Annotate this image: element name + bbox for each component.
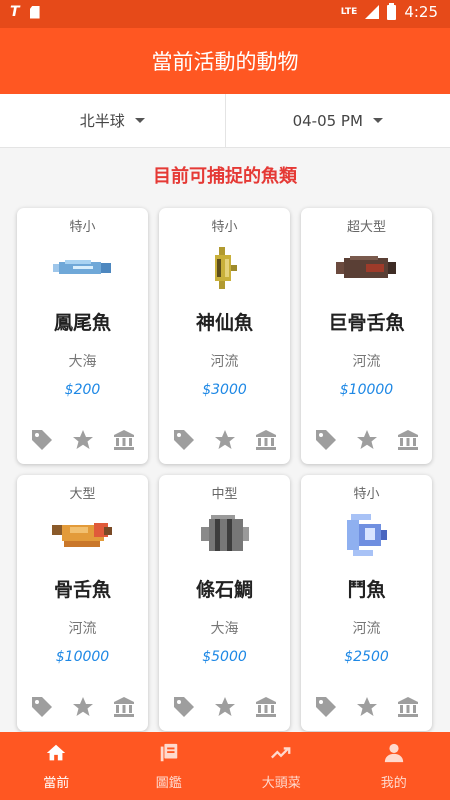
barred-knifejaw-icon xyxy=(190,509,260,561)
fish-location: 河流 xyxy=(352,354,381,370)
fish-name: 鳳尾魚 xyxy=(53,312,111,334)
fish-name: 巨骨舌魚 xyxy=(328,312,405,334)
arowana-icon xyxy=(48,509,118,561)
bottom-navigation: 當前 圖鑑 大頭菜 我的 xyxy=(0,732,450,800)
page-title: 當前活動的動物 xyxy=(151,50,299,74)
arapaima-icon xyxy=(332,242,402,294)
signal-icon xyxy=(365,5,380,19)
fish-price: $5000 xyxy=(202,649,247,665)
fish-size: 特小 xyxy=(69,220,96,235)
museum-icon[interactable] xyxy=(110,693,138,721)
nav-label: 圖鑑 xyxy=(155,775,182,791)
nav-turnips[interactable]: 大頭菜 xyxy=(225,732,338,800)
fish-card[interactable]: 中型 條石鯛 大海 $5000 xyxy=(159,475,290,731)
section-title: 目前可捕捉的魚類 xyxy=(153,166,297,187)
dropdown-arrow-icon xyxy=(134,118,145,123)
fish-card[interactable]: 超大型 巨骨舌魚 河流 $10000 xyxy=(301,208,432,464)
network-type: LTE xyxy=(340,7,358,17)
museum-icon[interactable] xyxy=(394,426,422,454)
tag-icon[interactable] xyxy=(312,426,340,454)
tag-icon[interactable] xyxy=(28,426,56,454)
app-logo-icon: T xyxy=(10,4,20,20)
fish-grid: 特小 鳳尾魚 大海 $200 特小 神仙魚 河流 $3000 超大型 巨骨舌魚 … xyxy=(17,208,433,731)
fish-card[interactable]: 特小 鬥魚 河流 $2500 xyxy=(301,475,432,731)
sim-card-icon xyxy=(29,5,40,19)
hemisphere-value: 北半球 xyxy=(79,112,125,130)
museum-icon[interactable] xyxy=(252,693,280,721)
star-icon[interactable] xyxy=(211,426,239,454)
person-icon xyxy=(383,742,405,768)
fish-location: 大海 xyxy=(210,621,239,637)
book-icon xyxy=(158,742,180,768)
nav-label: 大頭菜 xyxy=(261,775,301,791)
nav-label: 當前 xyxy=(43,775,70,791)
nav-current[interactable]: 當前 xyxy=(0,732,113,800)
clock: 4:25 xyxy=(404,3,438,21)
filter-bar: 北半球 04-05 PM xyxy=(0,94,450,148)
star-icon[interactable] xyxy=(353,693,381,721)
fish-name: 神仙魚 xyxy=(195,312,253,334)
nav-profile[interactable]: 我的 xyxy=(338,732,450,800)
fish-price: $10000 xyxy=(339,382,394,398)
star-icon[interactable] xyxy=(211,693,239,721)
star-icon[interactable] xyxy=(353,426,381,454)
fish-card[interactable]: 特小 神仙魚 河流 $3000 xyxy=(159,208,290,464)
angelfish-icon xyxy=(190,242,260,294)
fish-card[interactable]: 特小 鳳尾魚 大海 $200 xyxy=(17,208,148,464)
dropdown-arrow-icon xyxy=(372,118,383,123)
fish-size: 特小 xyxy=(353,487,380,502)
fish-price: $10000 xyxy=(55,649,110,665)
battery-icon xyxy=(387,2,397,20)
fish-location: 河流 xyxy=(210,354,239,370)
fish-size: 中型 xyxy=(211,487,238,502)
star-icon[interactable] xyxy=(69,426,97,454)
fish-card[interactable]: 大型 骨舌魚 河流 $10000 xyxy=(17,475,148,731)
tag-icon[interactable] xyxy=(170,426,198,454)
tag-icon[interactable] xyxy=(170,693,198,721)
hemisphere-dropdown[interactable]: 北半球 xyxy=(0,94,225,147)
tag-icon[interactable] xyxy=(28,693,56,721)
anchovy-icon xyxy=(48,242,118,294)
time-dropdown[interactable]: 04-05 PM xyxy=(224,94,450,147)
fish-size: 大型 xyxy=(69,487,96,502)
fish-size: 超大型 xyxy=(346,220,386,235)
fish-name: 條石鯛 xyxy=(195,579,253,601)
home-icon xyxy=(45,742,67,768)
star-icon[interactable] xyxy=(69,693,97,721)
trend-icon xyxy=(269,742,293,768)
fish-size: 特小 xyxy=(211,220,238,235)
tag-icon[interactable] xyxy=(312,693,340,721)
time-value: 04-05 PM xyxy=(292,111,363,130)
status-bar: T LTE 4:25 xyxy=(0,0,450,28)
fish-location: 大海 xyxy=(68,354,97,370)
fish-location: 河流 xyxy=(68,621,97,637)
museum-icon[interactable] xyxy=(252,426,280,454)
museum-icon[interactable] xyxy=(394,693,422,721)
fish-price: $3000 xyxy=(202,382,247,398)
fish-location: 河流 xyxy=(352,621,381,637)
app-bar: 當前活動的動物 xyxy=(0,28,450,94)
fish-name: 鬥魚 xyxy=(347,579,386,601)
fish-price: $2500 xyxy=(344,649,389,665)
nav-label: 我的 xyxy=(380,775,407,791)
fish-name: 骨舌魚 xyxy=(53,579,111,601)
museum-icon[interactable] xyxy=(110,426,138,454)
fish-price: $200 xyxy=(64,382,101,398)
nav-encyclopedia[interactable]: 圖鑑 xyxy=(113,732,226,800)
betta-icon xyxy=(332,509,402,561)
